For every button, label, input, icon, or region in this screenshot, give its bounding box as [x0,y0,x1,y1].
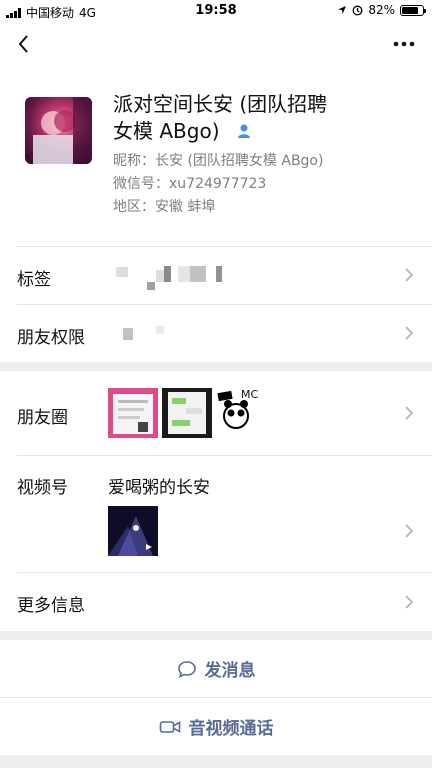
profile-region: 地区：安徽 蚌埠 [113,199,216,215]
settings-group: 标签 朋友权限 [0,246,432,362]
chevron-right-icon [405,406,414,420]
row-channels[interactable]: 视频号 爱喝粥的长安 [0,455,432,572]
moments-thumbnail[interactable]: MC [216,388,266,438]
battery-percent: 82% [368,3,395,17]
profile-name: 派对空间长安 (团队招聘 女模 ABgo) [113,91,413,146]
channels-label: 视频号 [17,478,68,498]
battery-level [402,6,419,14]
channel-name: 爱喝粥的长安 [108,478,210,498]
chat-bubble-icon [177,660,196,678]
video-call-label: 音视频通话 [188,719,274,739]
location-arrow-icon [338,6,347,14]
row-permissions[interactable]: 朋友权限 [0,304,432,362]
row-tags[interactable]: 标签 [0,246,432,304]
status-bar: 中国移动 4G 19:58 82% [0,0,432,22]
status-right: 82% [337,3,426,17]
tags-label: 标签 [17,270,51,290]
chevron-right-icon [405,268,414,282]
profile-name-line2: 女模 ABgo) [113,119,220,143]
send-message-label: 发消息 [204,661,256,681]
moments-mc-text: MC [241,388,259,401]
chevron-left-icon [18,35,28,53]
row-more-info[interactable]: 更多信息 [0,572,432,631]
chevron-right-icon [405,326,414,340]
alarm-lock-icon [352,5,363,15]
avatar-image [33,97,92,164]
more-info-label: 更多信息 [17,596,85,616]
video-camera-icon [159,720,180,733]
profile-wechat-id: 微信号：xu724977723 [113,176,267,192]
nav-bar [0,22,432,68]
moments-label: 朋友圈 [17,408,68,428]
permissions-label: 朋友权限 [17,328,85,348]
moments-thumbnail[interactable] [162,388,212,438]
profile-card: 派对空间长安 (团队招聘 女模 ABgo) 昵称：长安 (团队招聘女模 ABgo… [0,68,432,246]
send-message-button[interactable]: 发消息 [0,640,432,697]
chevron-right-icon [405,524,414,538]
row-moments[interactable]: 朋友圈 MC [0,371,432,455]
more-dots-icon [393,41,415,47]
profile-name-line1: 派对空间长安 (团队招聘 [113,92,328,116]
person-icon [236,119,252,146]
avatar[interactable] [25,97,92,164]
content-group: 朋友圈 MC 视频号 爱喝粥的长安 更多信息 [0,371,432,631]
battery-icon [400,4,426,16]
back-button[interactable] [12,30,40,58]
more-button[interactable] [390,32,418,56]
profile-remark: 昵称：长安 (团队招聘女模 ABgo) [113,153,324,169]
moments-thumbnails: MC [108,388,268,438]
chevron-right-icon [405,595,414,609]
moments-thumbnail[interactable] [108,388,158,438]
video-call-button[interactable]: 音视频通话 [0,698,432,755]
channel-video-thumbnail[interactable] [108,506,158,556]
